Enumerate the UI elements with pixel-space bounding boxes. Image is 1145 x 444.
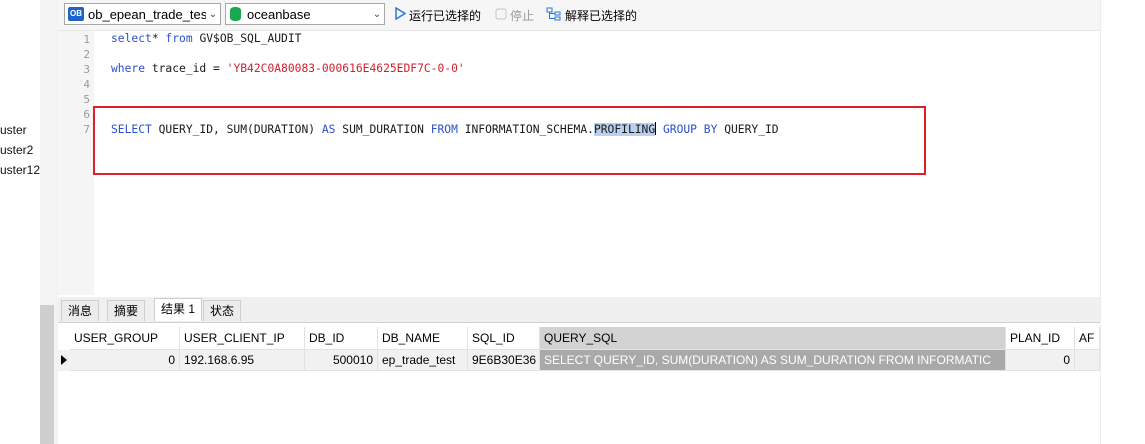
table-cell[interactable]: 9E6B30E36 [468, 350, 540, 371]
code-text: trace_id = [145, 62, 227, 75]
query-toolbar: OB ob_epean_trade_tes ⌄ oceanbase ⌄ 运行已选… [58, 0, 1103, 31]
table-cell[interactable]: 0 [1006, 350, 1075, 371]
stop-icon [495, 8, 507, 23]
table-cell[interactable]: 192.168.6.95 [180, 350, 305, 371]
code-line-3: where trace_id = 'YB42C0A80083-000616E46… [111, 62, 465, 75]
chevron-down-icon: ⌄ [208, 8, 218, 20]
tab-result-1[interactable]: 结果 1 [154, 298, 203, 321]
table-cell[interactable] [1075, 350, 1100, 371]
connection-tree-panel: uster uster2 uster12 [0, 0, 40, 444]
line-number: 4 [83, 78, 90, 91]
current-row-arrow-icon [61, 355, 67, 365]
column-header[interactable]: USER_GROUP [70, 327, 180, 350]
line-number: 1 [83, 33, 90, 46]
chevron-down-icon: ⌄ [372, 8, 382, 20]
database-select[interactable]: oceanbase ⌄ [225, 3, 385, 25]
table-cell-selected[interactable]: SELECT QUERY_ID, SUM(DURATION) AS SUM_DU… [540, 350, 1006, 371]
tree-item[interactable]: uster [0, 123, 40, 137]
table-cell[interactable]: ep_trade_test [378, 350, 468, 371]
explain-tree-icon [546, 7, 562, 24]
run-selected-label: 运行已选择的 [409, 8, 482, 23]
oceanbase-connection-icon: OB [68, 7, 84, 21]
vertical-scrollbar[interactable] [40, 305, 54, 444]
column-header[interactable]: USER_CLIENT_IP [180, 327, 305, 350]
tree-item[interactable]: uster12 [0, 163, 40, 177]
line-number-gutter: 1 2 3 4 5 6 7 [58, 31, 94, 295]
connection-select-value: ob_epean_trade_tes [88, 6, 206, 22]
window-margin [1100, 0, 1145, 444]
line-number: 5 [83, 93, 90, 106]
database-icon [230, 7, 241, 21]
table-cell[interactable]: 0 [70, 350, 180, 371]
code-text: * [151, 32, 166, 45]
column-header[interactable]: SQL_ID [468, 327, 540, 350]
annotation-highlight-box [93, 106, 926, 175]
result-tabs: 消息 摘要 结果 1 状态 [58, 297, 1100, 323]
play-icon [394, 6, 407, 23]
line-number: 3 [83, 63, 90, 76]
run-selected-button[interactable]: 运行已选择的 [394, 5, 481, 25]
sql-keyword: where [111, 62, 146, 75]
sql-keyword: select [111, 32, 152, 45]
tab-summary[interactable]: 摘要 [107, 300, 146, 321]
sql-keyword: from [165, 32, 193, 45]
column-header[interactable]: DB_ID [305, 327, 378, 350]
connection-select[interactable]: OB ob_epean_trade_tes ⌄ [64, 3, 221, 25]
tab-messages[interactable]: 消息 [61, 300, 100, 321]
column-header[interactable]: PLAN_ID [1006, 327, 1075, 350]
result-grid: USER_GROUP USER_CLIENT_IP DB_ID DB_NAME … [58, 327, 1100, 444]
column-header-selected[interactable]: QUERY_SQL [540, 327, 1006, 350]
line-number: 2 [83, 48, 90, 61]
table-cell[interactable]: 500010 [305, 350, 378, 371]
stop-button[interactable]: 停止 [495, 5, 534, 25]
stop-label: 停止 [510, 8, 535, 23]
explain-selected-label: 解释已选择的 [565, 8, 638, 23]
column-header[interactable]: DB_NAME [378, 327, 468, 350]
tab-status[interactable]: 状态 [203, 300, 242, 321]
sql-string-literal: 'YB42C0A80083-000616E4625EDF7C-0-0' [226, 62, 465, 75]
code-line-1: select* from GV$OB_SQL_AUDIT [111, 32, 301, 45]
database-select-value: oceanbase [247, 6, 311, 22]
explain-selected-button[interactable]: 解释已选择的 [546, 5, 637, 25]
line-number: 6 [83, 108, 90, 121]
column-header[interactable]: AF [1075, 327, 1100, 350]
code-text: GV$OB_SQL_AUDIT [192, 32, 302, 45]
sql-editor[interactable]: 1 2 3 4 5 6 7 select* from GV$OB_SQL_AUD… [58, 31, 1100, 295]
tree-item[interactable]: uster2 [0, 143, 40, 157]
line-number: 7 [83, 123, 90, 136]
